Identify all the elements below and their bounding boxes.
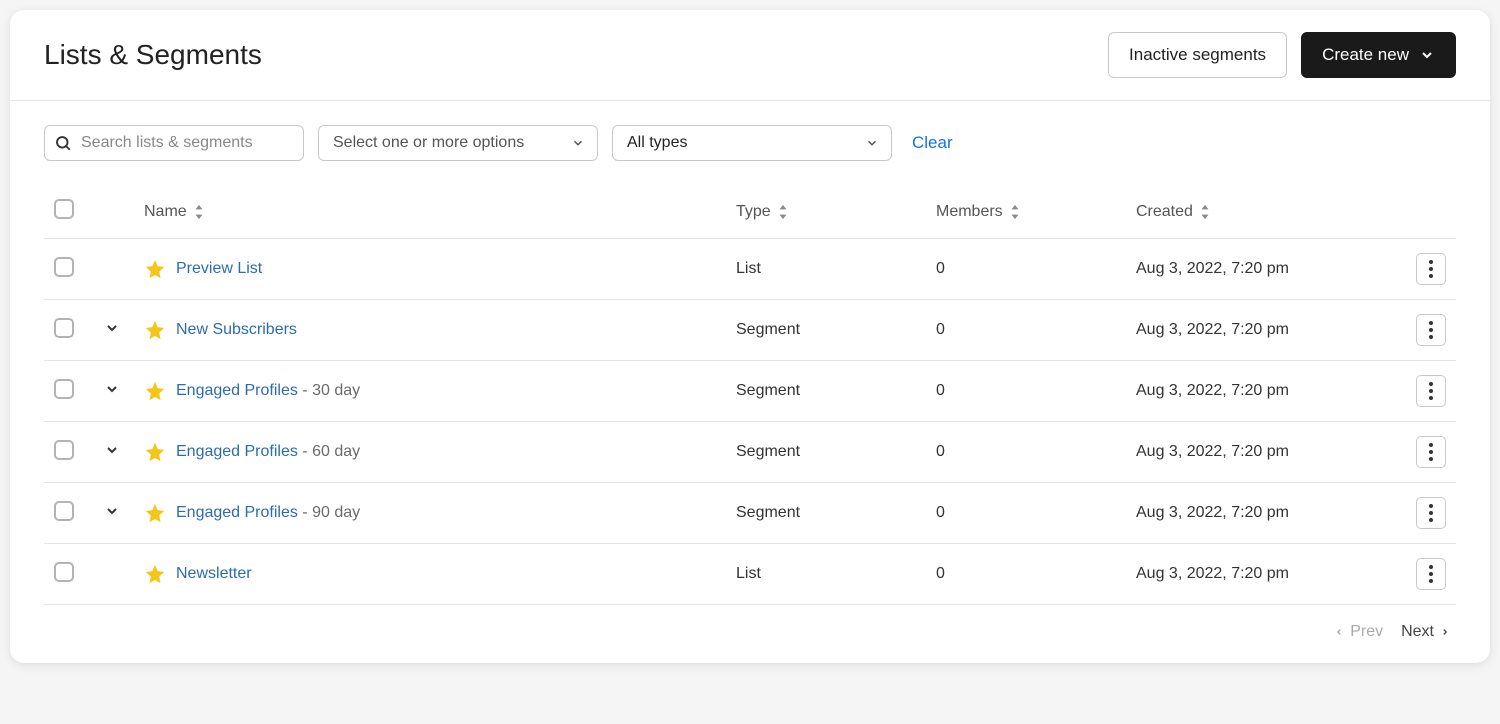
row-checkbox[interactable] — [54, 562, 74, 582]
chevron-down-icon — [1419, 47, 1435, 63]
pagination: Prev Next — [10, 605, 1490, 663]
row-name-link[interactable]: Newsletter — [176, 565, 252, 582]
row-checkbox[interactable] — [54, 501, 74, 521]
sort-by-type[interactable]: Type — [736, 203, 789, 221]
row-members: 0 — [936, 321, 945, 338]
row-created: Aug 3, 2022, 7:20 pm — [1136, 565, 1289, 582]
row-type: List — [736, 565, 761, 582]
row-name-suffix: - 30 day — [298, 382, 360, 399]
row-name-link[interactable]: Preview List — [176, 260, 262, 277]
row-name-suffix: - 60 day — [298, 443, 360, 460]
star-icon[interactable] — [144, 380, 166, 402]
page-title: Lists & Segments — [44, 39, 262, 71]
row-name-link[interactable]: Engaged Profiles — [176, 382, 298, 399]
row-actions-menu[interactable] — [1416, 375, 1446, 407]
search-wrap — [44, 125, 304, 161]
sort-by-members[interactable]: Members — [936, 203, 1021, 221]
row-name-suffix: - 90 day — [298, 504, 360, 521]
expand-toggle[interactable] — [104, 503, 120, 519]
types-select[interactable]: All types — [612, 125, 892, 161]
expand-toggle[interactable] — [104, 381, 120, 397]
inactive-segments-button[interactable]: Inactive segments — [1108, 32, 1287, 78]
search-input[interactable] — [44, 125, 304, 161]
star-icon[interactable] — [144, 319, 166, 341]
table-row: Preview List List 0 Aug 3, 2022, 7:20 pm — [44, 239, 1456, 300]
column-type-label: Type — [736, 203, 771, 221]
create-new-button[interactable]: Create new — [1301, 32, 1456, 78]
row-created: Aug 3, 2022, 7:20 pm — [1136, 504, 1289, 521]
row-name-link[interactable]: Engaged Profiles — [176, 443, 298, 460]
row-actions-menu[interactable] — [1416, 497, 1446, 529]
row-checkbox[interactable] — [54, 257, 74, 277]
row-name-link[interactable]: Engaged Profiles — [176, 504, 298, 521]
star-icon[interactable] — [144, 258, 166, 280]
types-select-value: All types — [627, 134, 687, 152]
column-name-label: Name — [144, 203, 187, 221]
sort-icon — [193, 205, 205, 219]
lists-table: Name Type Members — [44, 185, 1456, 605]
star-icon[interactable] — [144, 441, 166, 463]
row-actions-menu[interactable] — [1416, 436, 1446, 468]
row-type: Segment — [736, 321, 800, 338]
table-row: Engaged Profiles - 60 day Segment 0 Aug 3, … — [44, 422, 1456, 483]
row-checkbox[interactable] — [54, 318, 74, 338]
page-header: Lists & Segments Inactive segments Creat… — [10, 10, 1490, 101]
row-checkbox[interactable] — [54, 379, 74, 399]
table-row: Newsletter List 0 Aug 3, 2022, 7:20 pm — [44, 544, 1456, 605]
table-row: Engaged Profiles - 90 day Segment 0 Aug 3, … — [44, 483, 1456, 544]
row-type: Segment — [736, 443, 800, 460]
row-checkbox[interactable] — [54, 440, 74, 460]
chevron-down-icon — [571, 136, 585, 150]
row-members: 0 — [936, 382, 945, 399]
next-page[interactable]: Next — [1401, 623, 1450, 641]
prev-label: Prev — [1350, 623, 1383, 641]
row-members: 0 — [936, 504, 945, 521]
tags-select[interactable]: Select one or more options — [318, 125, 598, 161]
star-icon[interactable] — [144, 563, 166, 585]
row-members: 0 — [936, 443, 945, 460]
chevron-right-icon — [1440, 625, 1450, 639]
expand-toggle[interactable] — [104, 442, 120, 458]
lists-segments-card: Lists & Segments Inactive segments Creat… — [10, 10, 1490, 663]
row-type: List — [736, 260, 761, 277]
chevron-left-icon — [1334, 625, 1344, 639]
row-members: 0 — [936, 565, 945, 582]
inactive-segments-label: Inactive segments — [1129, 45, 1266, 65]
row-actions-menu[interactable] — [1416, 253, 1446, 285]
row-created: Aug 3, 2022, 7:20 pm — [1136, 260, 1289, 277]
prev-page[interactable]: Prev — [1334, 623, 1383, 641]
table-row: New Subscribers Segment 0 Aug 3, 2022, 7:20… — [44, 300, 1456, 361]
search-icon — [54, 134, 72, 152]
sort-by-name[interactable]: Name — [144, 203, 205, 221]
row-created: Aug 3, 2022, 7:20 pm — [1136, 321, 1289, 338]
sort-icon — [1199, 205, 1211, 219]
tags-select-placeholder: Select one or more options — [333, 134, 524, 152]
select-all-checkbox[interactable] — [54, 199, 74, 219]
row-created: Aug 3, 2022, 7:20 pm — [1136, 382, 1289, 399]
row-type: Segment — [736, 504, 800, 521]
row-actions-menu[interactable] — [1416, 314, 1446, 346]
filters-bar: Select one or more options All types Cle… — [10, 101, 1490, 175]
create-new-label: Create new — [1322, 45, 1409, 65]
table-row: Engaged Profiles - 30 day Segment 0 Aug 3, … — [44, 361, 1456, 422]
row-name-link[interactable]: New Subscribers — [176, 321, 297, 338]
sort-icon — [1009, 205, 1021, 219]
sort-icon — [777, 205, 789, 219]
row-actions-menu[interactable] — [1416, 558, 1446, 590]
expand-toggle[interactable] — [104, 320, 120, 336]
clear-filters-link[interactable]: Clear — [912, 133, 953, 153]
chevron-down-icon — [865, 136, 879, 150]
star-icon[interactable] — [144, 502, 166, 524]
sort-by-created[interactable]: Created — [1136, 203, 1211, 221]
row-type: Segment — [736, 382, 800, 399]
row-members: 0 — [936, 260, 945, 277]
next-label: Next — [1401, 623, 1434, 641]
table-header-row: Name Type Members — [44, 185, 1456, 239]
column-created-label: Created — [1136, 203, 1193, 221]
column-members-label: Members — [936, 203, 1003, 221]
header-actions: Inactive segments Create new — [1108, 32, 1456, 78]
row-created: Aug 3, 2022, 7:20 pm — [1136, 443, 1289, 460]
